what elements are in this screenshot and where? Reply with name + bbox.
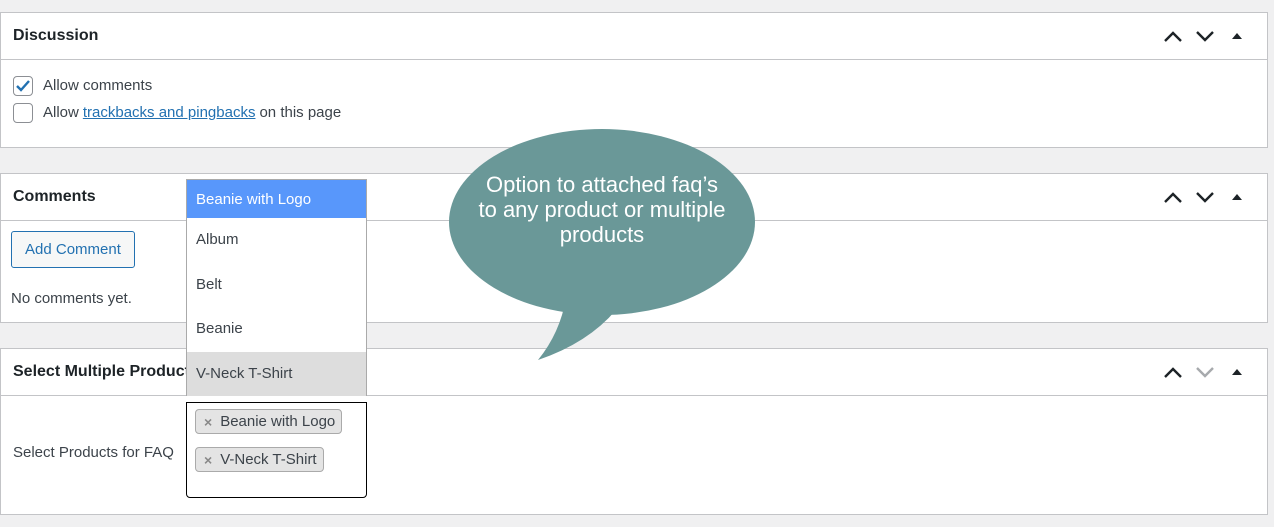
dropdown-option[interactable]: Beanie with Logo	[187, 180, 366, 218]
allow-trackbacks-row: Allow trackbacks and pingbacks on this p…	[13, 99, 1255, 126]
add-comment-button[interactable]: Add Comment	[11, 231, 135, 268]
allow-comments-checkbox[interactable]	[13, 75, 33, 96]
select-products-handle-actions	[1157, 356, 1253, 388]
products-dropdown: Beanie with Logo Album Belt Beanie V-Nec…	[186, 179, 367, 397]
select-products-title: Select Multiple Products	[13, 363, 199, 380]
dropdown-option[interactable]: V-Neck T-Shirt	[187, 351, 366, 397]
discussion-title: Discussion	[13, 27, 99, 44]
tag-label: V-Neck T-Shirt	[220, 451, 317, 468]
checkmark-icon	[16, 79, 30, 92]
chevron-down-icon	[1196, 31, 1214, 42]
dropdown-option[interactable]: Beanie	[187, 307, 366, 352]
toggle-panel-button[interactable]	[1221, 20, 1253, 52]
move-up-button[interactable]	[1157, 356, 1189, 388]
discussion-header: Discussion	[1, 13, 1267, 60]
move-down-button[interactable]	[1189, 181, 1221, 213]
discussion-body: Allow comments Allow trackbacks and ping…	[1, 60, 1267, 138]
move-down-button[interactable]	[1189, 20, 1221, 52]
dropdown-option[interactable]: Album	[187, 218, 366, 263]
select-products-label: Select Products for FAQ	[13, 444, 174, 461]
comments-title: Comments	[13, 188, 96, 205]
tag-label: Beanie with Logo	[220, 413, 336, 430]
dropdown-option[interactable]: Belt	[187, 263, 366, 308]
triangle-up-icon	[1232, 194, 1242, 200]
chevron-up-icon	[1164, 367, 1182, 378]
allow-trackbacks-checkbox[interactable]	[13, 102, 33, 123]
move-up-button[interactable]	[1157, 181, 1189, 213]
selected-tag: × V-Neck T-Shirt	[195, 447, 358, 485]
chevron-up-icon	[1164, 31, 1182, 42]
selected-tag: × Beanie with Logo	[195, 409, 358, 447]
callout-bubble: Option to attached faq’s to any product …	[448, 128, 756, 360]
move-down-button[interactable]	[1189, 356, 1221, 388]
products-multiselect[interactable]: × Beanie with Logo × V-Neck T-Shirt	[186, 402, 367, 498]
callout-text: Option to attached faq’s to any product …	[478, 172, 726, 247]
tag-beanie-with-logo: × Beanie with Logo	[195, 409, 343, 434]
chevron-down-icon	[1196, 192, 1214, 203]
discussion-handle-actions	[1157, 20, 1253, 52]
toggle-panel-button[interactable]	[1221, 356, 1253, 388]
remove-tag-icon[interactable]: ×	[204, 414, 212, 430]
toggle-panel-button[interactable]	[1221, 181, 1253, 213]
allow-comments-row: Allow comments	[13, 72, 1255, 99]
triangle-up-icon	[1232, 33, 1242, 39]
allow-trackbacks-prefix: Allow	[43, 104, 79, 121]
chevron-down-icon	[1196, 367, 1214, 378]
allow-comments-label: Allow comments	[43, 77, 153, 94]
chevron-up-icon	[1164, 192, 1182, 203]
comments-handle-actions	[1157, 181, 1253, 213]
trackbacks-link[interactable]: trackbacks and pingbacks	[83, 104, 256, 121]
move-up-button[interactable]	[1157, 20, 1189, 52]
triangle-up-icon	[1232, 369, 1242, 375]
remove-tag-icon[interactable]: ×	[204, 452, 212, 468]
tag-v-neck-t-shirt: × V-Neck T-Shirt	[195, 447, 324, 472]
allow-trackbacks-suffix: on this page	[259, 104, 342, 121]
